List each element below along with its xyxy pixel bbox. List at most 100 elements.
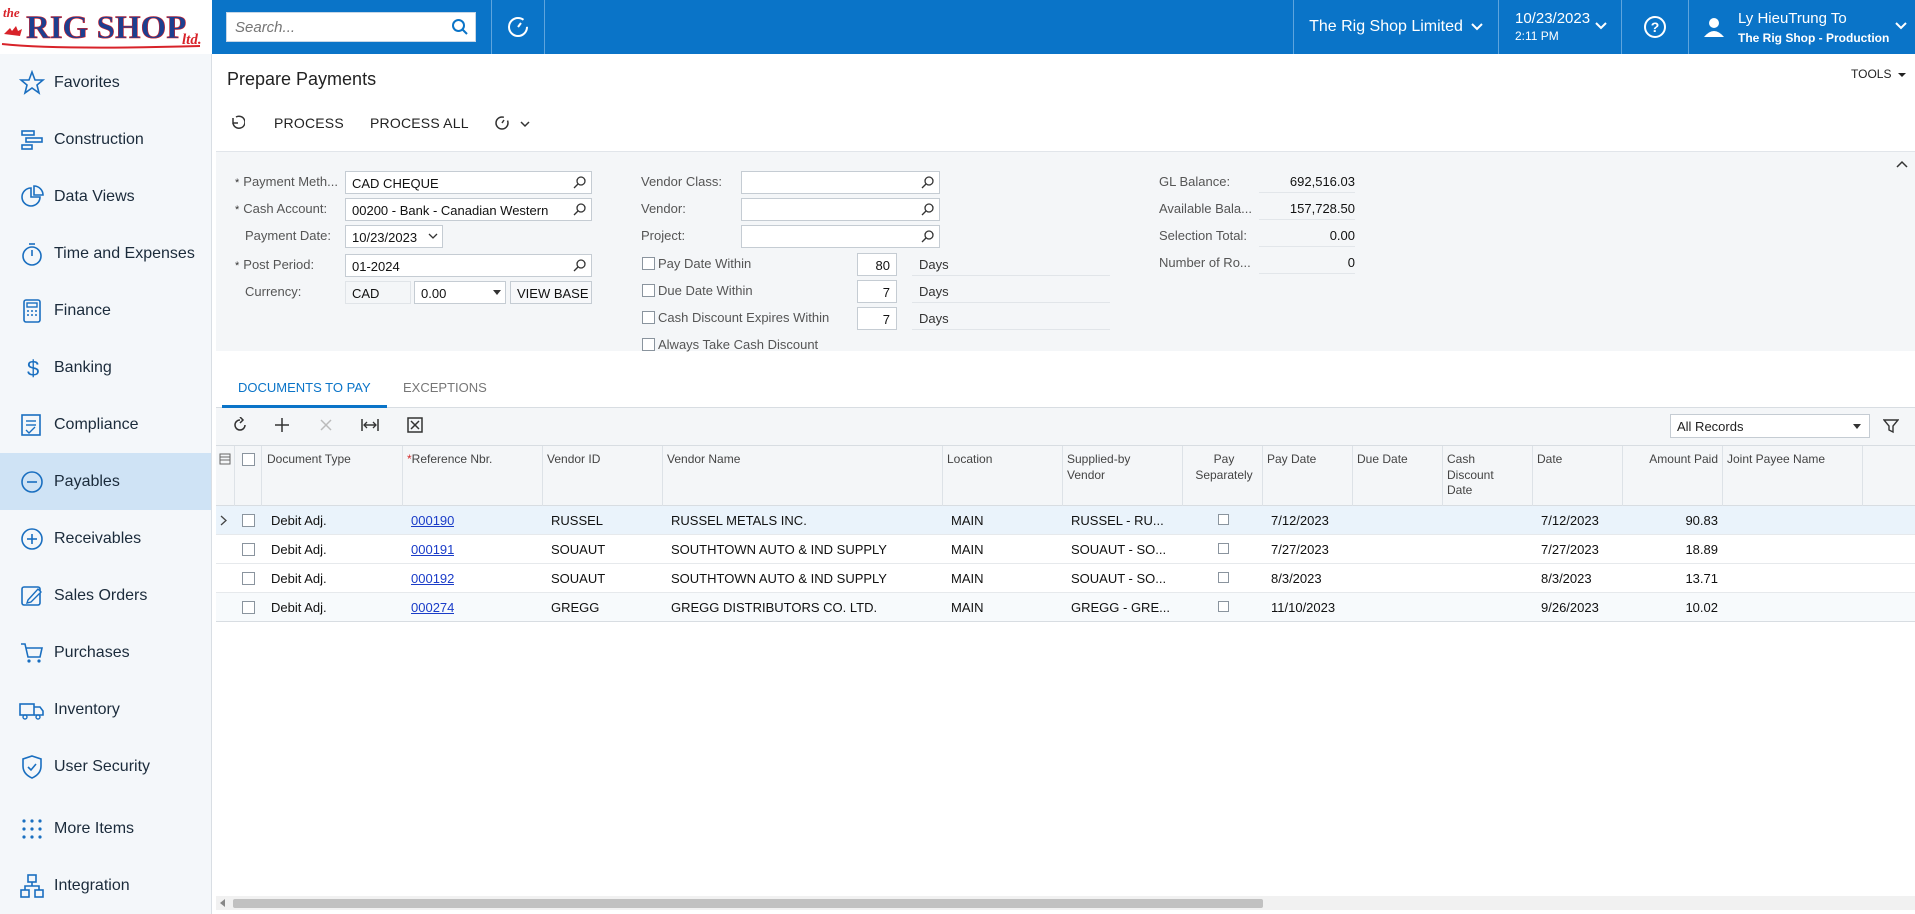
row-select-checkbox[interactable]: [242, 572, 255, 585]
vendor-field[interactable]: [741, 198, 940, 221]
table-row[interactable]: Debit Adj. 000192 SOUAUT SOUTHTOWN AUTO …: [216, 564, 1915, 593]
search-icon[interactable]: [573, 258, 587, 272]
table-row[interactable]: Debit Adj. 000191 SOUAUT SOUTHTOWN AUTO …: [216, 535, 1915, 564]
chevron-down-icon[interactable]: [428, 233, 438, 240]
sidebar-item-inventory[interactable]: Inventory: [0, 681, 211, 738]
records-filter-select[interactable]: All Records: [1670, 414, 1870, 438]
header-location[interactable]: Location: [947, 452, 992, 468]
search-input[interactable]: [227, 13, 441, 41]
recent-history-button[interactable]: [492, 0, 544, 54]
cell-document-type: Debit Adj.: [271, 542, 327, 557]
sidebar-item-payables[interactable]: Payables: [0, 453, 211, 510]
search-icon[interactable]: [451, 18, 469, 39]
sidebar-item-more-items[interactable]: More Items: [0, 800, 211, 857]
project-field[interactable]: [741, 225, 940, 248]
column-config-icon[interactable]: [219, 453, 231, 465]
search-box[interactable]: [226, 12, 476, 42]
horizontal-scrollbar[interactable]: [216, 896, 1915, 910]
row-select-checkbox[interactable]: [242, 543, 255, 556]
refresh-button[interactable]: [232, 416, 248, 436]
business-date-selector[interactable]: 10/23/2023 2:11 PM: [1499, 0, 1621, 54]
help-button[interactable]: ?: [1622, 0, 1688, 54]
filter-icon[interactable]: [1883, 418, 1899, 434]
always-take-discount-checkbox[interactable]: [642, 338, 655, 351]
sidebar-item-banking[interactable]: $ Banking: [0, 339, 211, 396]
header-amount-paid[interactable]: Amount Paid: [1626, 452, 1718, 468]
post-period-field[interactable]: 01-2024: [345, 254, 592, 277]
row-select-checkbox[interactable]: [242, 601, 255, 614]
header-due-date[interactable]: Due Date: [1357, 452, 1408, 468]
sidebar-item-favorites[interactable]: Favorites: [0, 54, 211, 111]
cash-discount-checkbox[interactable]: [642, 311, 655, 324]
table-row[interactable]: Debit Adj. 000190 RUSSEL RUSSEL METALS I…: [216, 506, 1915, 535]
currency-rate-field[interactable]: 0.00: [414, 281, 506, 304]
sidebar-item-finance[interactable]: Finance: [0, 282, 211, 339]
sidebar-item-compliance[interactable]: Compliance: [0, 396, 211, 453]
search-icon[interactable]: [573, 202, 587, 216]
search-icon[interactable]: [921, 202, 935, 216]
pay-separately-checkbox[interactable]: [1218, 601, 1229, 612]
pay-separately-checkbox[interactable]: [1218, 572, 1229, 583]
process-all-button[interactable]: PROCESS ALL: [370, 115, 469, 131]
process-button[interactable]: PROCESS: [274, 115, 344, 131]
records-filter-value: All Records: [1677, 419, 1744, 434]
search-icon[interactable]: [921, 229, 935, 243]
delete-row-button[interactable]: [318, 417, 334, 436]
cash-discount-field[interactable]: 7: [857, 307, 897, 330]
company-selector[interactable]: The Rig Shop Limited: [1294, 0, 1498, 54]
header-vendor-name[interactable]: Vendor Name: [667, 452, 740, 468]
header-reference-nbr[interactable]: *Reference Nbr.: [407, 452, 492, 468]
header-pay-date[interactable]: Pay Date: [1267, 452, 1316, 468]
sidebar-item-construction[interactable]: Construction: [0, 111, 211, 168]
sidebar-item-user-security[interactable]: User Security: [0, 738, 211, 795]
pay-separately-checkbox[interactable]: [1218, 543, 1229, 554]
sidebar-item-integration[interactable]: Integration: [0, 857, 211, 914]
add-row-button[interactable]: [274, 417, 290, 436]
tab-documents-to-pay[interactable]: DOCUMENTS TO PAY: [238, 380, 371, 395]
header-vendor-id[interactable]: Vendor ID: [547, 452, 600, 468]
payment-date-field[interactable]: 10/23/2023: [345, 225, 443, 248]
search-icon[interactable]: [921, 175, 935, 189]
collapse-icon[interactable]: [1896, 160, 1908, 168]
sidebar-item-data-views[interactable]: Data Views: [0, 168, 211, 225]
schedule-button[interactable]: [494, 115, 530, 134]
sidebar-item-sales-orders[interactable]: Sales Orders: [0, 567, 211, 624]
export-excel-button[interactable]: [407, 417, 423, 436]
user-menu[interactable]: Ly HieuTrung To The Rig Shop - Productio…: [1689, 0, 1915, 54]
search-icon[interactable]: [573, 175, 587, 189]
header-pay-separately[interactable]: Pay Separately: [1186, 452, 1262, 483]
company-logo[interactable]: the RIG SHOP ltd.: [0, 0, 212, 54]
cell-reference-nbr-link[interactable]: 000274: [411, 600, 454, 615]
scroll-left-icon[interactable]: [220, 899, 226, 907]
due-date-within-field[interactable]: 7: [857, 280, 897, 303]
caret-down-icon[interactable]: [493, 290, 501, 295]
fit-columns-button[interactable]: [361, 417, 379, 436]
sidebar-item-receivables[interactable]: Receivables: [0, 510, 211, 567]
pay-date-within-field[interactable]: 80: [857, 253, 897, 276]
header-supplied-by-vendor[interactable]: Supplied-by Vendor: [1067, 452, 1130, 483]
select-all-checkbox[interactable]: [242, 453, 255, 466]
cell-reference-nbr-link[interactable]: 000190: [411, 513, 454, 528]
header-document-type[interactable]: Document Type: [267, 452, 351, 468]
sidebar-item-purchases[interactable]: Purchases: [0, 624, 211, 681]
scrollbar-thumb[interactable]: [233, 899, 1263, 908]
cell-reference-nbr-link[interactable]: 000192: [411, 571, 454, 586]
cell-reference-nbr-link[interactable]: 000191: [411, 542, 454, 557]
cash-account-field[interactable]: 00200 - Bank - Canadian Western: [345, 198, 592, 221]
grid-header: Document Type *Reference Nbr. Vendor ID …: [216, 445, 1915, 506]
payment-method-field[interactable]: CAD CHEQUE: [345, 171, 592, 194]
vendor-class-field[interactable]: [741, 171, 940, 194]
pay-date-within-checkbox[interactable]: [642, 257, 655, 270]
header-date[interactable]: Date: [1537, 452, 1562, 468]
header-cash-discount-date[interactable]: Cash Discount Date: [1447, 452, 1494, 499]
due-date-within-checkbox[interactable]: [642, 284, 655, 297]
tools-menu-button[interactable]: TOOLS: [1851, 67, 1906, 81]
header-joint-payee-name[interactable]: Joint Payee Name: [1727, 452, 1825, 468]
undo-button[interactable]: [229, 114, 246, 133]
sidebar-item-time-and-expenses[interactable]: Time and Expenses: [0, 225, 211, 282]
row-select-checkbox[interactable]: [242, 514, 255, 527]
table-row[interactable]: Debit Adj. 000274 GREGG GREGG DISTRIBUTO…: [216, 593, 1915, 622]
view-base-button[interactable]: VIEW BASE: [510, 281, 592, 304]
pay-separately-checkbox[interactable]: [1218, 514, 1229, 525]
tab-exceptions[interactable]: EXCEPTIONS: [403, 380, 487, 395]
